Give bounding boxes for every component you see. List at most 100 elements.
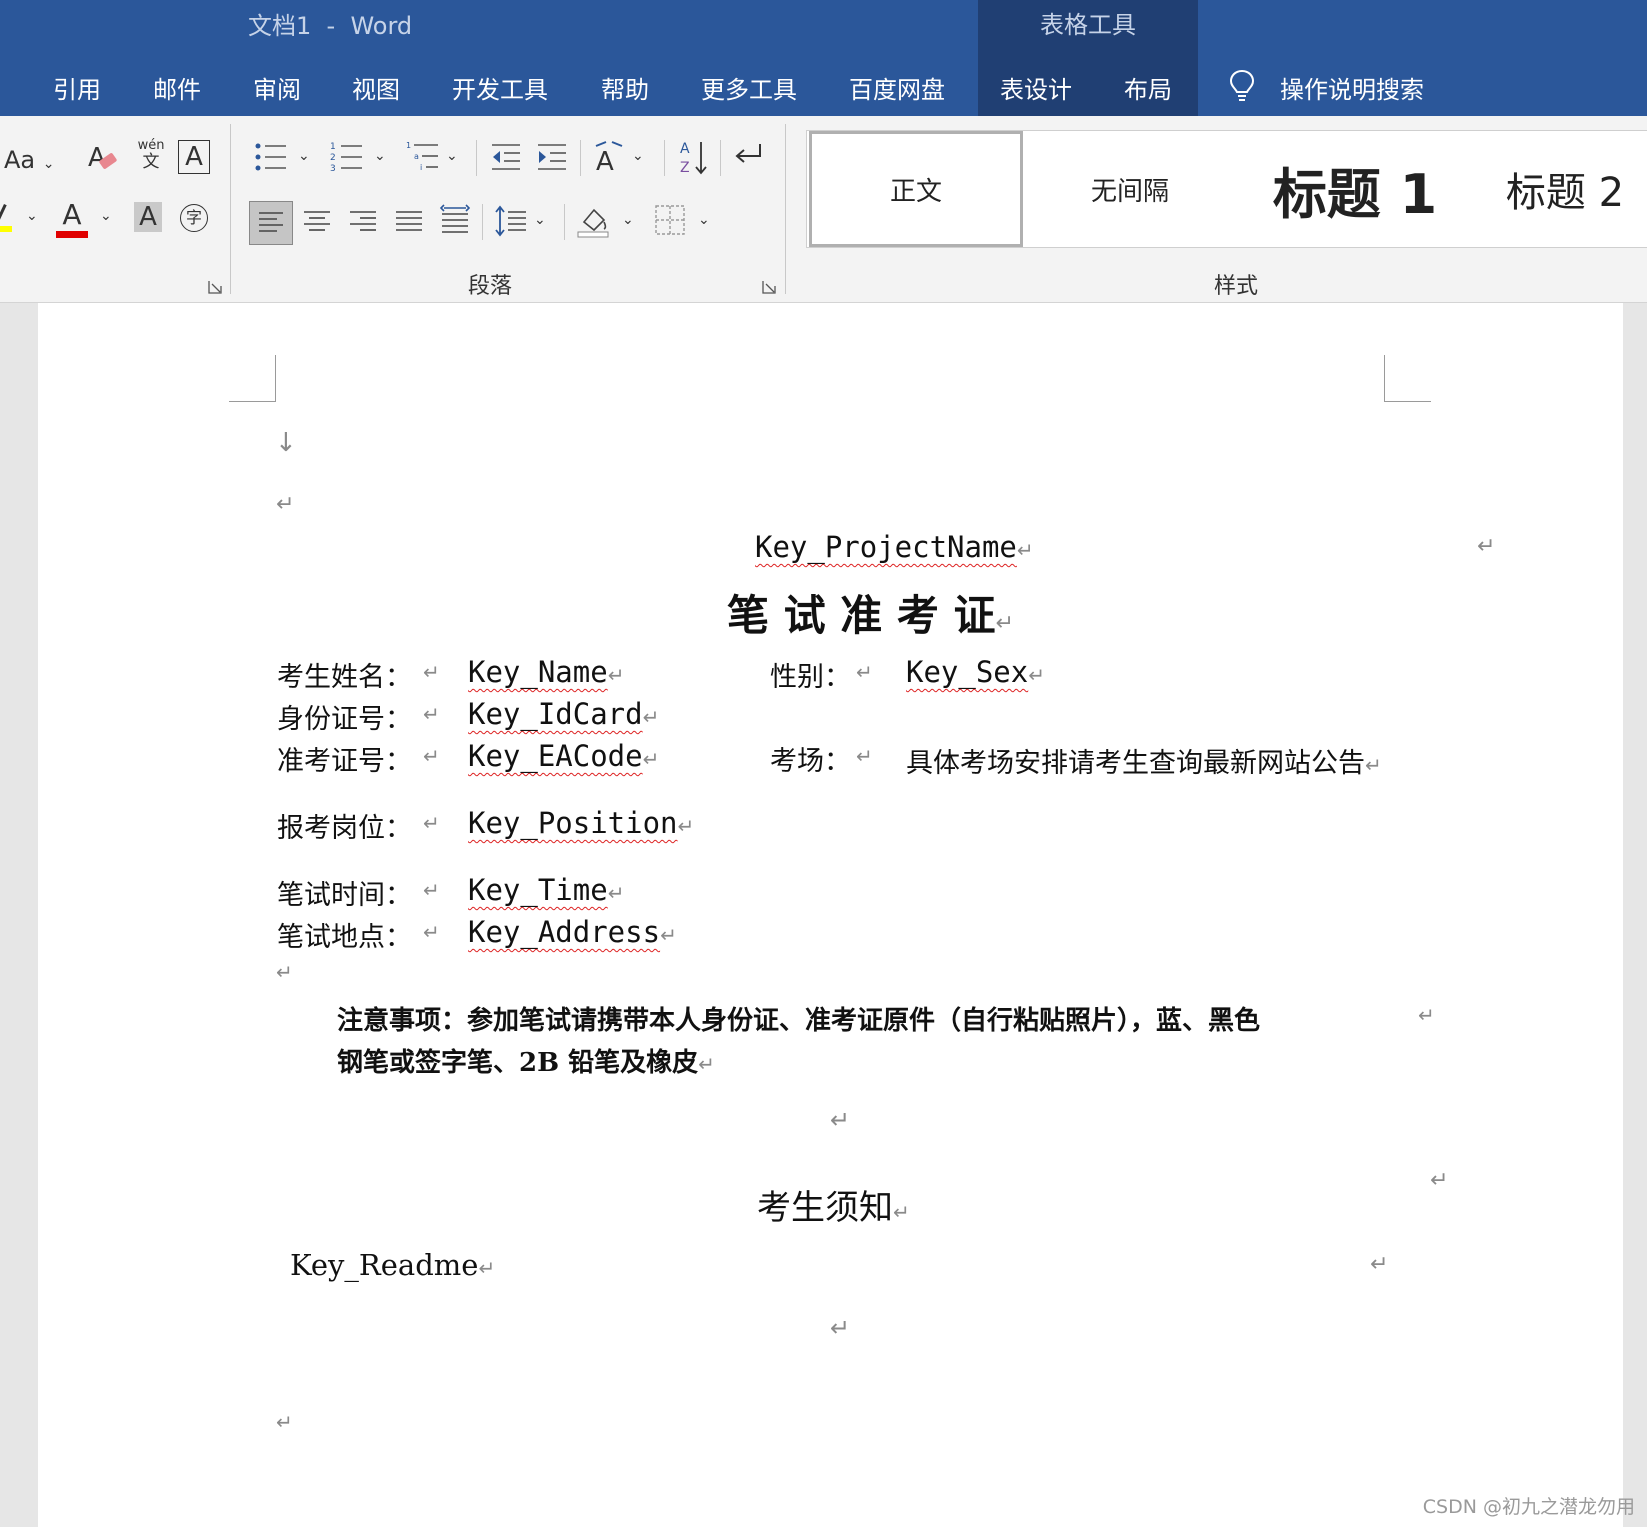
shading-dropdown-chevron-icon[interactable]: ⌄	[622, 212, 634, 228]
table-tools-label: 表格工具	[1040, 11, 1136, 39]
tell-me-search[interactable]: 操作说明搜索	[1280, 70, 1424, 105]
font-color-button[interactable]: A	[56, 200, 88, 238]
paragraph-mark: ↵	[830, 1106, 851, 1134]
crop-mark-top-right	[1384, 355, 1431, 402]
project-name-field[interactable]: Key_ProjectName	[755, 530, 1017, 564]
line-spacing-dropdown-chevron-icon[interactable]: ⌄	[534, 212, 546, 228]
paragraph-mark: ↵	[1418, 1003, 1435, 1027]
eacode-field[interactable]: Key_EACode	[468, 739, 643, 773]
project-name-line: Key_ProjectName↵	[755, 530, 1034, 564]
svg-text:3: 3	[330, 164, 336, 174]
separator	[664, 140, 665, 176]
align-center-icon[interactable]	[302, 206, 332, 236]
document-title[interactable]: 笔 试 准 考 证	[727, 591, 996, 640]
svg-text:A: A	[680, 141, 690, 157]
increase-indent-icon[interactable]	[536, 142, 568, 172]
lightbulb-icon[interactable]	[1228, 68, 1256, 104]
clear-formatting-icon[interactable]: A	[86, 140, 120, 176]
bullets-dropdown-chevron-icon[interactable]: ⌄	[298, 148, 310, 164]
align-right-icon[interactable]	[348, 206, 378, 236]
window-title: 文档1 - Word	[248, 12, 413, 40]
paragraph-mark: ↵	[423, 702, 440, 726]
name-value-line: Key_Name↵	[468, 655, 625, 689]
watermark: CSDN @初九之潜龙勿用	[1422, 1496, 1635, 1518]
show-hide-marks-icon[interactable]	[732, 142, 764, 172]
name-field[interactable]: Key_Name	[468, 655, 608, 689]
style-heading-2[interactable]: 标题 2	[1475, 131, 1647, 247]
character-border-button[interactable]: A	[178, 140, 210, 174]
document-page[interactable]	[38, 303, 1623, 1527]
readme-field[interactable]: Key_Readme	[290, 1248, 478, 1282]
bullets-icon[interactable]	[254, 140, 288, 174]
svg-text:i: i	[420, 163, 422, 172]
readme-title[interactable]: 考生须知	[757, 1188, 893, 1228]
notice-line-1[interactable]: 注意事项：参加笔试请携带本人身份证、准考证原件（自行粘贴照片），蓝、黑色	[337, 1000, 1260, 1037]
title-bar: 文档1 - Word 表格工具 引用 邮件 审阅 视图 开发工具 帮助 更多工具…	[0, 0, 1647, 116]
line-spacing-icon[interactable]	[494, 204, 528, 238]
style-no-spacing[interactable]: 无间隔	[1025, 131, 1235, 247]
tab-developer[interactable]: 开发工具	[452, 70, 548, 105]
paragraph-mark: ↵	[1477, 534, 1496, 559]
room-value-line: 具体考场安排请考生查询最新网站公告↵	[906, 748, 1382, 779]
tab-table-design[interactable]: 表设计	[1000, 70, 1072, 105]
idcard-label: 身份证号：	[277, 704, 412, 735]
tab-layout[interactable]: 布局	[1124, 70, 1172, 105]
numbering-icon[interactable]: 123	[330, 140, 364, 174]
time-field[interactable]: Key_Time	[468, 873, 608, 907]
tab-references[interactable]: 引用	[53, 70, 101, 105]
svg-text:2: 2	[330, 153, 336, 163]
tab-mailings[interactable]: 邮件	[153, 70, 201, 105]
svg-text:a: a	[414, 152, 419, 161]
idcard-field[interactable]: Key_IdCard	[468, 697, 643, 731]
phonetic-guide-button[interactable]: wén 文	[134, 138, 168, 171]
time-label: 笔试时间：	[277, 880, 412, 911]
text-direction-icon[interactable]: A	[592, 138, 626, 174]
crop-mark-top-left	[229, 355, 276, 402]
readme-title-line: 考生须知↵	[757, 1188, 910, 1228]
highlight-color-button[interactable]	[0, 204, 16, 234]
notice-line-2[interactable]: 钢笔或签字笔、2B 铅笔及橡皮	[337, 1048, 698, 1078]
align-left-button[interactable]	[249, 201, 293, 245]
tab-baidu-netdisk[interactable]: 百度网盘	[849, 70, 945, 105]
paragraph-mark: ↵	[423, 744, 440, 768]
highlight-dropdown-chevron-icon[interactable]: ⌄	[26, 208, 38, 224]
text-direction-dropdown-chevron-icon[interactable]: ⌄	[632, 148, 644, 164]
borders-icon[interactable]	[654, 204, 686, 236]
time-value-line: Key_Time↵	[468, 873, 625, 907]
separator	[564, 204, 565, 240]
tab-view[interactable]: 视图	[352, 70, 400, 105]
sort-icon[interactable]: A Z	[680, 138, 708, 176]
tab-review[interactable]: 审阅	[253, 70, 301, 105]
paragraph-dialog-launcher-icon[interactable]	[762, 280, 776, 294]
position-field[interactable]: Key_Position	[468, 806, 678, 840]
decrease-indent-icon[interactable]	[490, 142, 522, 172]
multilevel-list-icon[interactable]: 1ai	[406, 140, 440, 174]
svg-text:A: A	[596, 147, 614, 174]
paragraph-mark: ↵	[856, 744, 873, 768]
paragraph-mark: ↵	[276, 960, 293, 984]
justify-icon[interactable]	[394, 206, 424, 236]
group-separator	[785, 124, 786, 294]
style-normal[interactable]: 正文	[809, 131, 1023, 247]
enclose-characters-button[interactable]: 字	[180, 204, 208, 232]
distributed-icon[interactable]	[440, 204, 470, 238]
multilevel-dropdown-chevron-icon[interactable]: ⌄	[446, 148, 458, 164]
paragraph-mark: ↵	[423, 660, 440, 684]
borders-dropdown-chevron-icon[interactable]: ⌄	[698, 212, 710, 228]
tab-more-tools[interactable]: 更多工具	[701, 70, 797, 105]
styles-group-label: 样式	[1214, 274, 1259, 299]
tab-help[interactable]: 帮助	[601, 70, 649, 105]
sex-field[interactable]: Key_Sex	[906, 655, 1028, 689]
font-dialog-launcher-icon[interactable]	[208, 280, 222, 294]
group-separator	[230, 124, 231, 294]
numbering-dropdown-chevron-icon[interactable]: ⌄	[374, 148, 386, 164]
address-label: 笔试地点：	[277, 922, 412, 953]
font-color-dropdown-chevron-icon[interactable]: ⌄	[100, 208, 112, 224]
style-heading-1[interactable]: 标题 1	[1235, 131, 1475, 247]
address-field[interactable]: Key_Address	[468, 915, 660, 949]
change-case-button[interactable]: Aa ⌄	[4, 146, 55, 174]
readme-line: Key_Readme↵	[290, 1248, 496, 1282]
room-value[interactable]: 具体考场安排请考生查询最新网站公告	[906, 748, 1365, 779]
character-shading-button[interactable]: A	[134, 202, 162, 232]
shading-icon[interactable]	[576, 202, 612, 238]
